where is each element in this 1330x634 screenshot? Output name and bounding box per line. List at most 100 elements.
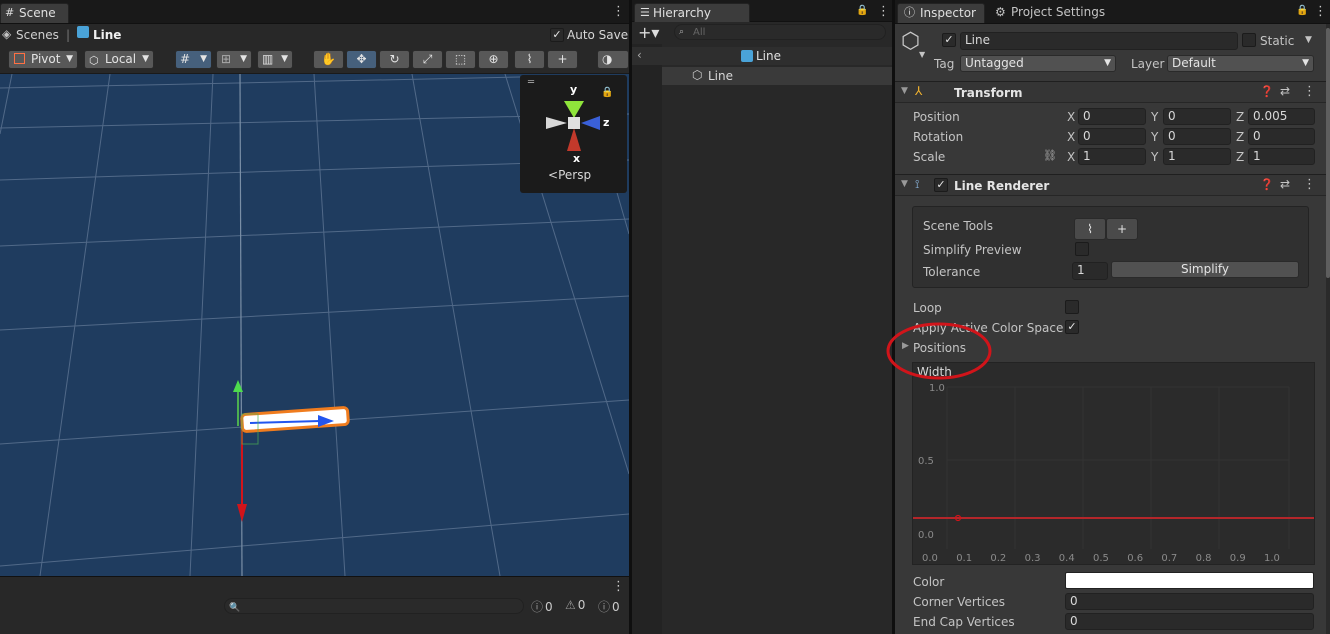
hand-icon: ✋ [321, 52, 336, 66]
help-icon[interactable]: ❓ [1260, 178, 1274, 191]
breadcrumb-line[interactable]: Line [93, 27, 121, 43]
gizmo-axis-y: y [570, 83, 578, 96]
presets-icon[interactable]: ⇄ [1280, 177, 1290, 191]
scale-y-field[interactable]: 1 [1163, 148, 1231, 165]
edit-points-tool-button[interactable]: ⌇ [1074, 218, 1106, 240]
hierarchy-toolbar: +▾ ⌕ All [632, 22, 892, 44]
curve-x-label: 0.0 [922, 553, 938, 564]
more-menu-icon[interactable]: ⋮ [1314, 4, 1327, 19]
scrollbar-thumb[interactable] [1326, 28, 1330, 278]
shading-mode-button[interactable]: ◑ [597, 50, 629, 69]
tab-project-settings[interactable]: ⚙ Project Settings [989, 3, 1115, 23]
warning-count-icon[interactable]: ⚠ 0 [565, 598, 585, 612]
simplify-preview-checkbox[interactable] [1075, 242, 1089, 256]
scale-z-field[interactable]: 1 [1248, 148, 1315, 165]
loop-checkbox[interactable] [1065, 300, 1079, 314]
hand-tool-button[interactable]: ✋ [313, 50, 344, 69]
curve-y-label: 0.5 [918, 456, 934, 467]
info-count-icon[interactable]: ⓘ 0 [531, 598, 553, 615]
object-name-field[interactable]: Line [960, 32, 1238, 50]
add-object-button[interactable]: +▾ [638, 23, 659, 42]
transform-tool-button[interactable]: ⊕ [478, 50, 509, 69]
error-count-icon[interactable]: ⓘ 0 [598, 598, 620, 615]
breadcrumb-separator: | [66, 28, 71, 42]
width-curve-graph[interactable]: 1.0 0.5 0.0 0.0 0.1 0.2 0.3 0.4 0.5 0.6 0.7 0.8 0… [913, 363, 1314, 564]
tag-dropdown[interactable]: Untagged ▼ [960, 55, 1116, 72]
increment-snap-button[interactable]: ⊞ ▼ [216, 50, 252, 69]
more-menu-icon[interactable]: ⋮ [1303, 177, 1316, 192]
scene-tools-label: Scene Tools [923, 219, 993, 233]
color-swatch-field[interactable] [1065, 572, 1314, 589]
chevron-down-icon[interactable]: ▼ [1305, 35, 1312, 45]
rotate-tool-button[interactable]: ↻ [379, 50, 410, 69]
line-renderer-enabled-checkbox[interactable]: ✓ [934, 178, 948, 192]
line-renderer-header[interactable]: ▼ ⟟ ✓ Line Renderer ❓ ⇄ ⋮ [895, 174, 1326, 196]
hierarchy-item[interactable]: ⬡ Line [662, 67, 892, 85]
unity-scene-icon: ◈ [2, 27, 12, 41]
scene-gizmo[interactable]: ═ 🔒 y z x <Persp [520, 75, 627, 193]
scene-toolbar: Pivot ▼ ⬡ Local ▼ # ▼ ⊞ ▼ ▥ ▼ ✋ ✥ ↻ ⤢ ⬚ … [0, 46, 629, 74]
axis-x-label: X [1067, 110, 1076, 124]
edit-points-icon: ⌇ [1087, 222, 1093, 236]
transform-title: Transform [954, 86, 1023, 100]
static-checkbox[interactable] [1242, 33, 1256, 47]
more-menu-icon[interactable]: ⋮ [877, 4, 890, 19]
presets-icon[interactable]: ⇄ [1280, 84, 1290, 98]
console-search-input[interactable]: 🔍 [224, 598, 524, 614]
width-curve-box[interactable]: Width 1.0 0.5 0.0 0.0 0.1 0.2 0.3 0.4 0.5 0.6 0… [912, 362, 1315, 565]
layer-dropdown[interactable]: Default ▼ [1167, 55, 1314, 72]
scale-tool-button[interactable]: ⤢ [412, 50, 443, 69]
link-icon[interactable]: ⛓ [1043, 149, 1057, 162]
axis-z-label: Z [1236, 130, 1245, 144]
transform-header[interactable]: ▼ ⅄ Transform ❓ ⇄ ⋮ [895, 81, 1326, 103]
scene-viewport[interactable]: ═ 🔒 y z x <Persp [0, 74, 629, 576]
ruler-button[interactable]: ▥ ▼ [257, 50, 293, 69]
rotation-y-field[interactable]: 0 [1163, 128, 1231, 145]
lock-icon[interactable]: 🔒 [1296, 5, 1308, 16]
tab-hierarchy[interactable]: ☰ Hierarchy [634, 3, 750, 23]
rotation-z-field[interactable]: 0 [1248, 128, 1315, 145]
tolerance-field[interactable]: 1 [1072, 262, 1108, 280]
search-icon: ⌕ [679, 27, 685, 37]
edit-points-button[interactable]: ⌇ [514, 50, 545, 69]
inspector-scrollbar[interactable] [1326, 24, 1330, 634]
auto-save-checkbox[interactable]: ✓ [550, 28, 564, 42]
chevron-down-icon[interactable]: ▼ [919, 50, 925, 59]
pivot-dropdown[interactable]: Pivot ▼ [8, 50, 78, 69]
simplify-button[interactable]: Simplify [1111, 261, 1299, 278]
transform-icon: ⅄ [915, 84, 923, 98]
axis-z-label: Z [1236, 110, 1245, 124]
add-point-button[interactable]: + [547, 50, 578, 69]
more-menu-icon[interactable]: ⋮ [612, 4, 625, 19]
local-dropdown[interactable]: ⬡ Local ▼ [84, 50, 154, 69]
rect-tool-button[interactable]: ⬚ [445, 50, 476, 69]
chevron-down-icon: ▼ [200, 54, 207, 64]
lock-icon[interactable]: 🔒 [856, 5, 868, 16]
position-z-field[interactable]: 0.005 [1248, 108, 1315, 125]
end-cap-vertices-field[interactable]: 0 [1065, 613, 1314, 630]
position-y-field[interactable]: 0 [1163, 108, 1231, 125]
hierarchy-scene-header[interactable]: ‹ Line [632, 47, 892, 65]
more-menu-icon[interactable]: ⋮ [612, 579, 625, 594]
scale-x-field[interactable]: 1 [1078, 148, 1146, 165]
move-tool-button[interactable]: ✥ [346, 50, 377, 69]
help-icon[interactable]: ❓ [1260, 85, 1274, 98]
corner-vertices-field[interactable]: 0 [1065, 593, 1314, 610]
active-checkbox[interactable]: ✓ [942, 33, 956, 47]
rotation-x-field[interactable]: 0 [1078, 128, 1146, 145]
axis-y-label: Y [1151, 150, 1159, 164]
more-menu-icon[interactable]: ⋮ [1303, 84, 1316, 99]
gameobject-cube-icon: ⬡ [901, 29, 921, 54]
axis-x-label: X [1067, 150, 1076, 164]
corner-vertices-label: Corner Vertices [913, 595, 1006, 609]
tab-inspector[interactable]: ⓘ Inspector [897, 3, 985, 23]
persp-label[interactable]: <Persp [548, 168, 591, 182]
grid-snap-button[interactable]: # ▼ [175, 50, 212, 69]
create-points-tool-button[interactable]: + [1106, 218, 1138, 240]
back-icon[interactable]: ‹ [637, 48, 642, 62]
scenes-label[interactable]: Scenes [16, 27, 59, 43]
hierarchy-search-input[interactable]: ⌕ All [674, 24, 886, 40]
position-x-field[interactable]: 0 [1078, 108, 1146, 125]
apply-color-space-checkbox[interactable]: ✓ [1065, 320, 1079, 334]
tab-scene[interactable]: # Scene [0, 3, 69, 23]
